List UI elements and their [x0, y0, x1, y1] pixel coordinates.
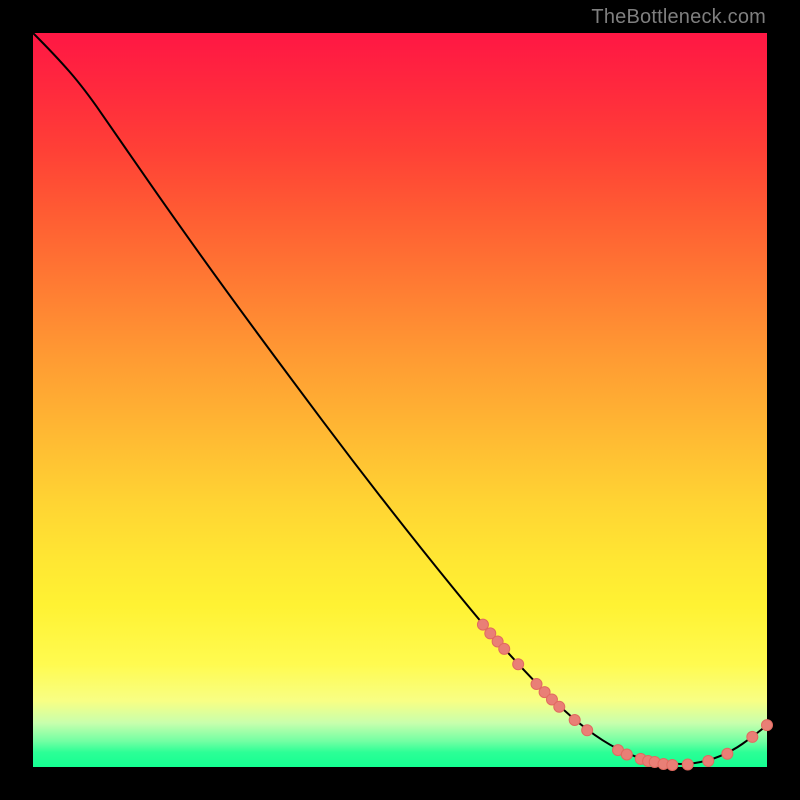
data-marker [667, 760, 678, 771]
data-marker [582, 725, 593, 736]
data-marker [621, 749, 632, 760]
chart-overlay [33, 33, 767, 767]
data-marker [682, 759, 693, 770]
bottleneck-curve [33, 33, 767, 764]
data-marker [747, 731, 758, 742]
marker-layer [477, 619, 772, 770]
data-marker [554, 701, 565, 712]
data-marker [477, 619, 488, 630]
chart-stage: TheBottleneck.com [0, 0, 800, 800]
attribution-watermark: TheBottleneck.com [591, 6, 766, 29]
data-marker [513, 659, 524, 670]
data-marker [722, 748, 733, 759]
data-marker [762, 720, 773, 731]
data-marker [569, 715, 580, 726]
data-marker [703, 755, 714, 766]
data-marker [499, 643, 510, 654]
